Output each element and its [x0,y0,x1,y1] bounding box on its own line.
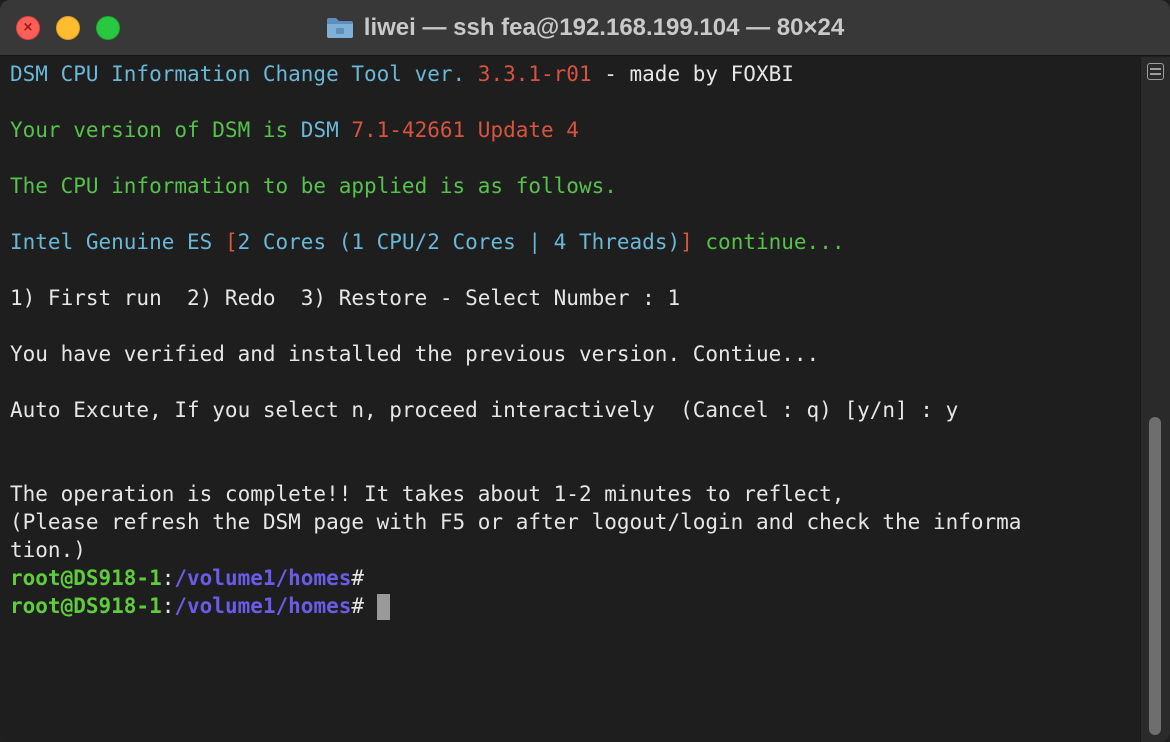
prompt-path: /volume1/homes [174,594,352,618]
prompt-user-host: root@DS918-1 [10,594,162,618]
output-line-cpu-info: Intel Genuine ES [2 Cores (1 CPU/2 Cores… [10,230,845,254]
output-line-refresh-note: (Please refresh the DSM page with F5 or … [10,510,1022,534]
output-line-dsm-version: Your version of DSM is DSM 7.1-42661 Upd… [10,118,579,142]
output-line-complete: The operation is complete!! It takes abo… [10,482,845,506]
output-line-tool-version: DSM CPU Information Change Tool ver. 3.3… [10,62,794,86]
shell-prompt-line: root@DS918-1:/volume1/homes# [10,566,365,590]
output-line-refresh-note-wrap: tion.) [10,538,86,562]
output-line-verified: You have verified and installed the prev… [10,342,820,366]
shell-prompt-line-active[interactable]: root@DS918-1:/volume1/homes# [10,592,390,620]
terminal-output[interactable]: DSM CPU Information Change Tool ver. 3.3… [0,57,1140,742]
folder-icon [326,18,353,38]
split-pane-icon[interactable] [1147,63,1164,80]
output-line-auto-execute: Auto Excute, If you select n, proceed in… [10,398,959,422]
prompt-user-host: root@DS918-1 [10,566,162,590]
window-title-area: liwei — ssh fea@192.168.199.104 — 80×24 [0,0,1170,56]
vertical-scrollbar[interactable] [1140,57,1170,742]
text-cursor [376,594,390,620]
title-bar[interactable]: × liwei — ssh fea@192.168.199.104 — 80×2… [0,0,1170,56]
output-line-select-number: 1) First run 2) Redo 3) Restore - Select… [10,286,681,310]
prompt-path: /volume1/homes [174,566,352,590]
scrollbar-thumb[interactable] [1149,417,1161,735]
terminal-window: × liwei — ssh fea@192.168.199.104 — 80×2… [0,0,1170,742]
output-line-cpu-info-header: The CPU information to be applied is as … [10,174,617,198]
window-title: liwei — ssh fea@192.168.199.104 — 80×24 [363,14,845,41]
